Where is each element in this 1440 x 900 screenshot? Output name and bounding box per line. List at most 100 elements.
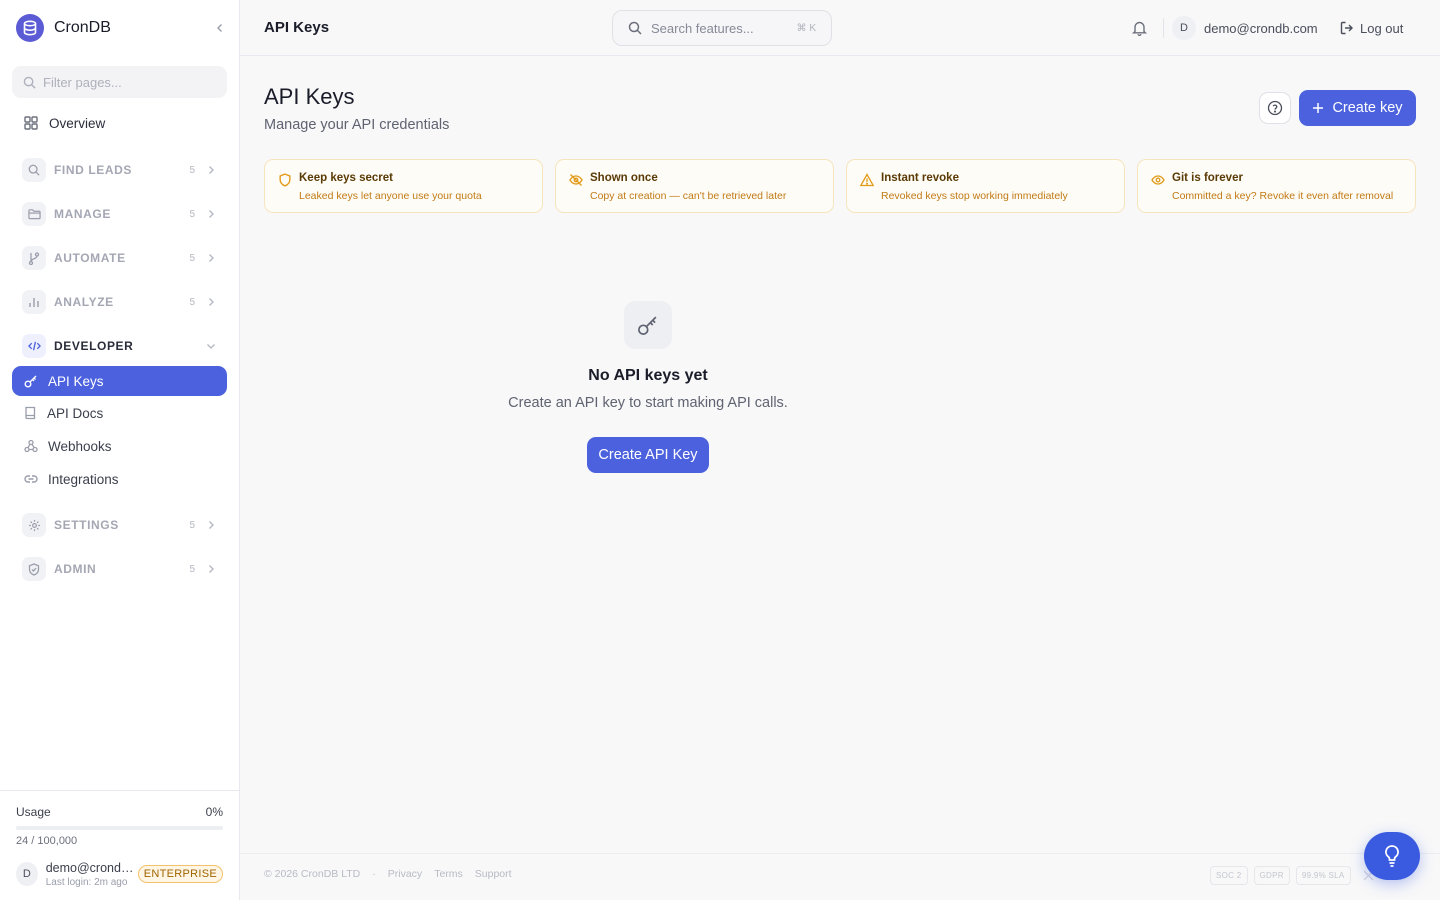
collapse-sidebar-button[interactable] <box>212 20 228 36</box>
footer: © 2026 CronDB LTD · Privacy Terms Suppor… <box>240 853 1440 900</box>
chevron-right-icon <box>209 166 214 174</box>
group-count: 5 <box>189 296 195 308</box>
footer-badges: SOC 2 GDPR 99.9% SLA <box>1210 866 1374 885</box>
create-api-key-button[interactable]: Create API Key <box>587 437 709 473</box>
plus-icon <box>1313 103 1324 113</box>
chevron-right-icon <box>209 521 214 529</box>
footer-separator: · <box>372 868 376 880</box>
sidebar-group-analyze[interactable]: ANALYZE 5 <box>12 286 227 318</box>
group-count: 5 <box>189 208 195 220</box>
page-title: API Keys <box>264 84 355 109</box>
filter-pages <box>12 66 227 98</box>
sidebar-item-api-keys[interactable]: API Keys <box>12 366 227 396</box>
sidebar-group-admin[interactable]: ADMIN 5 <box>12 553 227 585</box>
create-key-label: Create key <box>1332 100 1403 116</box>
empty-state-desc: Create an API key to start making API ca… <box>508 395 788 411</box>
avatar: D <box>1172 16 1196 40</box>
user-email: demo@crondb... <box>45 860 138 875</box>
lightbulb-icon <box>1385 845 1399 867</box>
chevron-down-icon <box>207 344 215 349</box>
sidebar: CronDB Overview FIND LEADS 5 MANAGE 5 AU… <box>0 0 240 900</box>
webhook-icon <box>24 439 38 453</box>
group-count: 5 <box>189 519 195 531</box>
badge-sla: 99.9% SLA <box>1295 866 1351 885</box>
plan-badge: ENTERPRISE <box>137 865 223 883</box>
sidebar-group-settings[interactable]: SETTINGS 5 <box>12 509 227 541</box>
footer-link-support[interactable]: Support <box>475 868 512 880</box>
search-icon <box>23 76 36 89</box>
brand-name: CronDB <box>54 19 111 36</box>
filter-pages-input[interactable] <box>43 74 213 90</box>
group-count: 5 <box>189 164 195 176</box>
bell-icon <box>1131 21 1147 36</box>
topbar: API Keys ⌘ K D demo@crondb.com Log out <box>240 0 1440 56</box>
chevron-right-icon <box>209 254 214 262</box>
sidebar-group-find-leads[interactable]: FIND LEADS 5 <box>12 154 227 186</box>
logout-icon <box>1340 21 1353 35</box>
logout-button[interactable]: Log out <box>1340 18 1403 38</box>
tip-title: Instant revoke <box>881 172 959 184</box>
chevron-left-icon <box>217 24 222 32</box>
sidebar-item-label: Webhooks <box>48 438 112 454</box>
sidebar-footer: Usage 0% 24 / 100,000 D demo@crondb... L… <box>0 790 239 900</box>
sidebar-item-api-docs[interactable]: API Docs <box>12 398 227 428</box>
sidebar-item-overview[interactable]: Overview <box>12 108 227 138</box>
grid-icon <box>24 116 38 130</box>
brand: CronDB <box>16 14 228 42</box>
key-icon <box>24 375 37 388</box>
notifications-button[interactable] <box>1130 18 1148 38</box>
help-tips-fab[interactable] <box>1364 832 1420 880</box>
group-label: AUTOMATE <box>54 251 126 265</box>
search-icon <box>22 158 46 182</box>
footer-link-terms[interactable]: Terms <box>434 868 463 880</box>
eye-icon <box>1151 175 1165 185</box>
last-login: Last login: 2m ago <box>45 876 128 888</box>
group-label: DEVELOPER <box>54 339 134 353</box>
badge-soc2: SOC 2 <box>1210 866 1248 885</box>
footer-left: © 2026 CronDB LTD · Privacy Terms Suppor… <box>264 868 524 880</box>
user-email: demo@crondb.com <box>1204 20 1318 36</box>
tip-desc: Revoked keys stop working immediately <box>881 190 1068 202</box>
usage-row: Usage 0% <box>16 805 223 819</box>
sidebar-group-developer[interactable]: DEVELOPER <box>12 330 227 362</box>
help-icon <box>1267 100 1283 116</box>
sidebar-item-label: Integrations <box>48 471 119 487</box>
key-icon <box>624 301 672 349</box>
tip-desc: Leaked keys let anyone use your quota <box>299 190 482 202</box>
search-input[interactable] <box>651 20 791 36</box>
usage-label: Usage <box>16 805 51 819</box>
database-icon <box>16 14 44 42</box>
sidebar-item-label: API Keys <box>48 373 104 389</box>
topbar-title: API Keys <box>264 19 330 36</box>
group-label: SETTINGS <box>54 518 119 532</box>
chevron-right-icon <box>209 298 214 306</box>
shortcut-hint: ⌘ K <box>796 22 816 34</box>
tip-desc: Copy at creation — can't be retrieved la… <box>590 190 787 202</box>
sidebar-item-integrations[interactable]: Integrations <box>12 464 227 494</box>
create-key-button[interactable]: Create key <box>1299 90 1416 126</box>
bar-chart-icon <box>22 290 46 314</box>
sidebar-user[interactable]: D demo@crondb... Last login: 2m ago ENTE… <box>16 861 223 888</box>
footer-link-privacy[interactable]: Privacy <box>388 868 422 880</box>
tip-title: Git is forever <box>1172 172 1243 184</box>
tip-title: Shown once <box>590 172 658 184</box>
gear-icon <box>22 513 46 537</box>
user-text: demo@crondb... Last login: 2m ago <box>46 861 138 888</box>
topbar-user[interactable]: D demo@crondb.com <box>1172 16 1318 40</box>
group-label: ADMIN <box>54 562 97 576</box>
sidebar-group-automate[interactable]: AUTOMATE 5 <box>12 242 227 274</box>
tip-card: Shown once Copy at creation — can't be r… <box>555 159 834 213</box>
copyright: © 2026 CronDB LTD <box>264 868 361 880</box>
usage-progress-bar <box>16 826 223 830</box>
help-button[interactable] <box>1259 92 1291 124</box>
search-features: ⌘ K <box>612 10 832 46</box>
group-label: FIND LEADS <box>54 163 132 177</box>
chevron-right-icon <box>209 565 214 573</box>
sidebar-item-label: Overview <box>49 115 106 131</box>
usage-count: 24 / 100,000 <box>16 835 78 847</box>
logout-label: Log out <box>1360 20 1404 36</box>
group-label: ANALYZE <box>54 295 114 309</box>
sidebar-item-webhooks[interactable]: Webhooks <box>12 431 227 461</box>
page-subtitle: Manage your API credentials <box>264 117 450 133</box>
sidebar-group-manage[interactable]: MANAGE 5 <box>12 198 227 230</box>
